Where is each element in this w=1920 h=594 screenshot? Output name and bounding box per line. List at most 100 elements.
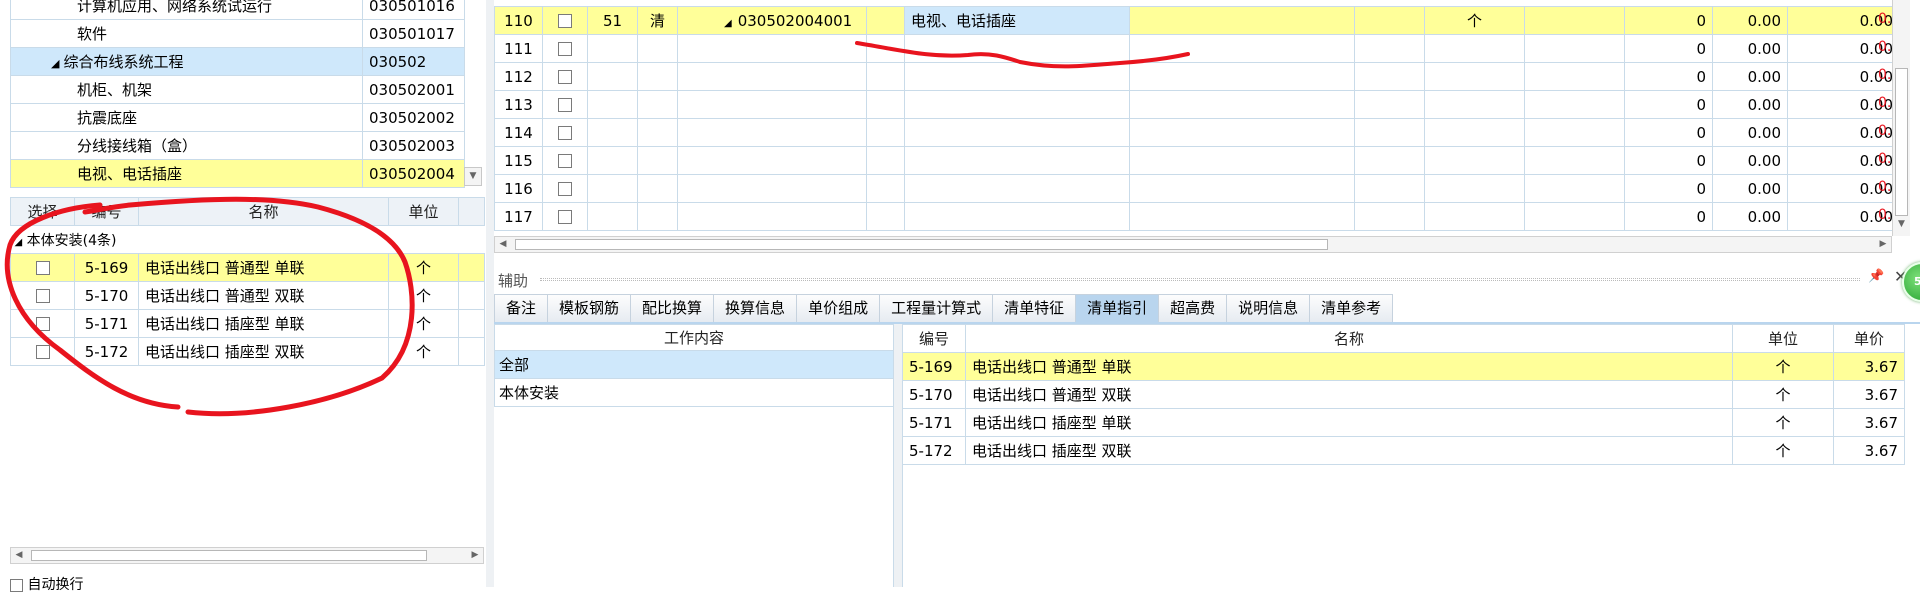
clipped-red-values: 0. 0. 0. 0. 0. 0. 0. 0.: [1878, 6, 1894, 230]
row-number: 113: [494, 90, 543, 119]
auto-wrap-checkbox[interactable]: [10, 578, 23, 592]
quota-code: 5-171: [74, 309, 139, 338]
guide-row[interactable]: 5-170 电话出线口 普通型 双联个 3.67: [902, 380, 1905, 409]
grid-row[interactable]: 112 0 0.00 0.00: [494, 62, 1900, 91]
guide-row[interactable]: 5-172 电话出线口 插座型 双联个 3.67: [902, 436, 1905, 465]
tree-item-code: 030501017: [362, 19, 465, 48]
col-unit[interactable]: 单位: [388, 197, 459, 226]
quota-unit: 个: [388, 253, 459, 282]
aux-titlebar: 辅助 📌 ✕: [494, 266, 1907, 292]
collapse-triangle-icon[interactable]: ◢: [15, 237, 23, 248]
vertical-splitter[interactable]: [486, 0, 494, 587]
row-checkbox[interactable]: [558, 70, 572, 84]
col-select[interactable]: 选择: [10, 197, 75, 226]
row-checkbox[interactable]: [558, 126, 572, 140]
tree-row[interactable]: ◢ 综合布线系统工程 030502: [10, 47, 465, 76]
tree-row[interactable]: 软件 030501017: [10, 19, 465, 48]
row-number: 110: [494, 6, 543, 35]
tree-item-code: 030502: [362, 47, 465, 76]
quota-row[interactable]: 5-169 电话出线口 普通型 单联个: [10, 253, 485, 282]
row-clipped-value: 0.: [1878, 39, 1892, 55]
scroll-left-arrow[interactable]: ◀: [11, 548, 27, 563]
expand-triangle-icon[interactable]: ◢: [51, 57, 59, 70]
work-content-table: 工作内容 全部 本体安装: [494, 324, 894, 407]
col-code[interactable]: 编号: [74, 197, 139, 226]
work-item[interactable]: 本体安装: [494, 378, 894, 407]
tab-conversion-info[interactable]: 换算信息: [713, 294, 798, 322]
panel-divider[interactable]: [894, 324, 902, 587]
grid-row[interactable]: 114 0 0.00 0.00: [494, 118, 1900, 147]
vscroll-thumb[interactable]: [1895, 68, 1908, 216]
row-checkbox[interactable]: [35, 345, 50, 359]
row-clipped-value: 0.: [1878, 95, 1892, 111]
grid-row[interactable]: 115 0 0.00 0.00: [494, 146, 1900, 175]
tab-description[interactable]: 说明信息: [1226, 294, 1311, 322]
scroll-right-arrow[interactable]: ▶: [1875, 237, 1891, 252]
scroll-right-arrow[interactable]: ▶: [467, 548, 483, 563]
col-name[interactable]: 名称: [138, 197, 389, 226]
tree-row[interactable]: 分线接线箱（盒） 030502003: [10, 131, 465, 160]
tree-row[interactable]: 机柜、机架 030502001: [10, 75, 465, 104]
grid-row[interactable]: 116 0 0.00 0.00: [494, 174, 1900, 203]
expand-triangle-icon[interactable]: ◢: [724, 18, 732, 29]
row-checkbox[interactable]: [558, 210, 572, 224]
auto-wrap-option[interactable]: 自动换行: [10, 574, 83, 594]
guide-col-code[interactable]: 编号: [902, 324, 966, 353]
row-checkbox[interactable]: [558, 154, 572, 168]
row-checkbox[interactable]: [558, 182, 572, 196]
tab-bill-guide[interactable]: 清单指引: [1075, 294, 1160, 322]
guide-col-price[interactable]: 单价: [1833, 324, 1905, 353]
tree-vscroll-down[interactable]: ▼: [464, 167, 482, 186]
quota-code: 5-170: [74, 281, 139, 310]
row-checkbox[interactable]: [558, 98, 572, 112]
grid-row[interactable]: 111 0 0.00 0.00: [494, 34, 1900, 63]
tab-template-rebar[interactable]: 模板钢筋: [547, 294, 632, 322]
tab-height-fee[interactable]: 超高费: [1158, 294, 1228, 322]
grid-vscrollbar[interactable]: ▼: [1892, 0, 1910, 236]
guide-row[interactable]: 5-169 电话出线口 普通型 单联个 3.67: [902, 352, 1905, 381]
pin-icon[interactable]: 📌: [1868, 269, 1884, 284]
guide-price: 3.67: [1833, 408, 1905, 437]
tree-item-code: 030502003: [362, 131, 465, 160]
quota-row[interactable]: 5-171 电话出线口 插座型 单联个: [10, 309, 485, 338]
scroll-thumb[interactable]: [31, 550, 427, 561]
quota-row[interactable]: 5-172 电话出线口 插座型 双联个: [10, 337, 485, 366]
tab-remarks[interactable]: 备注: [494, 294, 549, 322]
vscroll-down-arrow[interactable]: ▼: [1893, 219, 1910, 235]
guide-col-name[interactable]: 名称: [965, 324, 1733, 353]
tab-unit-price[interactable]: 单价组成: [796, 294, 881, 322]
quota-name: 电话出线口 插座型 单联: [138, 309, 389, 338]
badge-text: 50: [1914, 275, 1920, 288]
grid-hscroll[interactable]: ◀ ▶: [494, 236, 1892, 253]
row-clipped-value: 0.: [1878, 151, 1892, 167]
grid-row[interactable]: 113 0 0.00 0.00: [494, 90, 1900, 119]
row-checkbox[interactable]: [558, 42, 572, 56]
grid-row-selected[interactable]: 110 51 清 ◢ 030502004001 电视、电话插座 个 0 0.00 …: [494, 6, 1900, 35]
guide-col-unit[interactable]: 单位: [1732, 324, 1834, 353]
scroll-thumb[interactable]: [515, 239, 1328, 250]
tab-bill-reference[interactable]: 清单参考: [1309, 294, 1394, 322]
quota-row[interactable]: 5-170 电话出线口 普通型 双联个: [10, 281, 485, 310]
row-checkbox[interactable]: [35, 289, 50, 303]
scroll-left-arrow[interactable]: ◀: [495, 237, 511, 252]
guide-row[interactable]: 5-171 电话出线口 插座型 单联个 3.67: [902, 408, 1905, 437]
row-checkbox[interactable]: [558, 14, 572, 28]
row-checkbox[interactable]: [35, 317, 50, 331]
tree-row[interactable]: 计算机应用、网络系统试运行 030501016: [10, 0, 465, 20]
row-code: 030502004001: [737, 11, 853, 30]
tab-bill-features[interactable]: 清单特征: [992, 294, 1077, 322]
tab-mix-conversion[interactable]: 配比换算: [630, 294, 715, 322]
tree-item-name: 电视、电话插座: [10, 159, 363, 188]
row-quantity: 0: [1624, 90, 1713, 119]
row-clipped-value: 0.: [1878, 67, 1892, 83]
tree-row[interactable]: 抗震底座 030502002: [10, 103, 465, 132]
tree-row-selected[interactable]: 电视、电话插座 030502004: [10, 159, 465, 188]
row-checkbox[interactable]: [35, 261, 50, 275]
row-name[interactable]: 电视、电话插座: [904, 6, 1130, 35]
work-item[interactable]: 全部: [494, 350, 894, 379]
tab-quantity-formula[interactable]: 工程量计算式: [879, 294, 994, 322]
quota-hscroll[interactable]: ◀ ▶: [10, 547, 484, 564]
grid-row[interactable]: 117 0 0.00 0.00: [494, 202, 1900, 231]
group-row[interactable]: ◢ 本体安装(4条): [10, 225, 485, 254]
row-price: 0.00: [1712, 34, 1788, 63]
